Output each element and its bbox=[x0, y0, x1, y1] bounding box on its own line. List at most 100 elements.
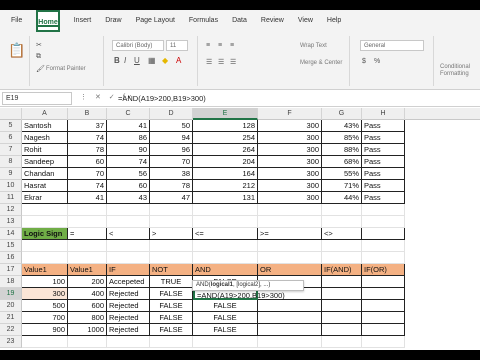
cell-value1[interactable]: 700 bbox=[22, 312, 68, 324]
cell-not[interactable]: FALSE bbox=[150, 324, 193, 336]
row-header-22[interactable]: 22 bbox=[0, 324, 22, 336]
cell-empty[interactable] bbox=[193, 252, 258, 264]
logic-sign-cell[interactable]: = bbox=[68, 228, 107, 240]
cell-empty[interactable] bbox=[22, 216, 68, 228]
table-header-cell[interactable]: Value1 bbox=[68, 264, 107, 276]
cell-empty[interactable] bbox=[193, 204, 258, 216]
cell-empty[interactable] bbox=[322, 216, 362, 228]
column-header-e[interactable]: E bbox=[193, 108, 258, 120]
cell-empty[interactable] bbox=[362, 240, 405, 252]
cell-value[interactable]: 74 bbox=[68, 132, 107, 144]
cell-empty[interactable] bbox=[150, 252, 193, 264]
cell-if[interactable]: Accepeted bbox=[107, 276, 150, 288]
cell-value1[interactable]: 100 bbox=[22, 276, 68, 288]
table-header-cell[interactable]: Value1 bbox=[22, 264, 68, 276]
cell-empty[interactable] bbox=[258, 252, 322, 264]
cell-result[interactable]: Pass bbox=[362, 144, 405, 156]
cell-total[interactable]: 131 bbox=[193, 192, 258, 204]
cell-empty[interactable] bbox=[150, 204, 193, 216]
cell-if-and[interactable] bbox=[322, 288, 362, 300]
cell-if-and[interactable] bbox=[322, 300, 362, 312]
cell-if-or[interactable] bbox=[362, 276, 405, 288]
cell-value[interactable]: 60 bbox=[107, 180, 150, 192]
cell-empty[interactable] bbox=[68, 204, 107, 216]
cell-or[interactable] bbox=[258, 300, 322, 312]
cell-empty[interactable] bbox=[193, 216, 258, 228]
row-header-12[interactable]: 12 bbox=[0, 204, 22, 216]
cell-name[interactable]: Ekrar bbox=[22, 192, 68, 204]
cell-value[interactable]: 41 bbox=[68, 192, 107, 204]
cell-if[interactable]: Rejected bbox=[107, 300, 150, 312]
cell-or[interactable] bbox=[258, 312, 322, 324]
column-header-a[interactable]: A bbox=[22, 108, 68, 120]
cell-if-and[interactable] bbox=[322, 312, 362, 324]
row-header-21[interactable]: 21 bbox=[0, 312, 22, 324]
cell-or[interactable] bbox=[258, 324, 322, 336]
cell-if-or[interactable] bbox=[362, 312, 405, 324]
row-header-20[interactable]: 20 bbox=[0, 300, 22, 312]
font-name-box[interactable]: Calibri (Body) bbox=[112, 40, 164, 51]
cell-value[interactable]: 74 bbox=[68, 180, 107, 192]
tab-draw[interactable]: Draw bbox=[105, 10, 121, 32]
cell-max[interactable]: 300 bbox=[258, 120, 322, 132]
row-header-14[interactable]: 14 bbox=[0, 228, 22, 240]
cell-result[interactable]: Pass bbox=[362, 192, 405, 204]
cell-empty[interactable] bbox=[258, 204, 322, 216]
cell-if[interactable]: Rejected bbox=[107, 288, 150, 300]
format-painter-icon[interactable]: 🖌 bbox=[36, 65, 45, 73]
cell-total[interactable]: 254 bbox=[193, 132, 258, 144]
cell-empty[interactable] bbox=[322, 204, 362, 216]
row-header-6[interactable]: 6 bbox=[0, 132, 22, 144]
logic-sign-cell[interactable]: >= bbox=[258, 228, 322, 240]
column-header-h[interactable]: H bbox=[362, 108, 405, 120]
cell-empty[interactable] bbox=[107, 216, 150, 228]
cell-value[interactable]: 50 bbox=[150, 120, 193, 132]
cell-percent[interactable]: 68% bbox=[322, 156, 362, 168]
cell-value1[interactable]: 500 bbox=[22, 300, 68, 312]
font-color-icon[interactable]: A bbox=[176, 56, 181, 65]
cell-empty[interactable] bbox=[22, 240, 68, 252]
cell-not[interactable]: FALSE bbox=[150, 312, 193, 324]
tab-file[interactable]: File bbox=[11, 10, 22, 32]
cell-value1[interactable]: 900 bbox=[22, 324, 68, 336]
cell-name[interactable]: Sandeep bbox=[22, 156, 68, 168]
cell-empty[interactable] bbox=[150, 240, 193, 252]
cell-value[interactable]: 74 bbox=[107, 156, 150, 168]
cell-not[interactable]: FALSE bbox=[150, 300, 193, 312]
cell-not[interactable]: FALSE bbox=[150, 288, 193, 300]
cell-value[interactable]: 96 bbox=[150, 144, 193, 156]
percent-icon[interactable]: % bbox=[374, 58, 380, 65]
row-header-16[interactable]: 16 bbox=[0, 252, 22, 264]
row-header-18[interactable]: 18 bbox=[0, 276, 22, 288]
formula-input[interactable]: =AND(A19>200,B19>300) bbox=[118, 92, 206, 105]
cell-max[interactable]: 300 bbox=[258, 144, 322, 156]
cell-total[interactable]: 128 bbox=[193, 120, 258, 132]
cell-empty[interactable] bbox=[107, 240, 150, 252]
cell-value[interactable]: 70 bbox=[68, 168, 107, 180]
table-header-cell[interactable]: OR bbox=[258, 264, 322, 276]
merge-center-button[interactable]: Merge & Center bbox=[300, 60, 342, 66]
cell-empty[interactable] bbox=[68, 240, 107, 252]
align-center-icon[interactable]: ☰ bbox=[218, 58, 224, 66]
cell-value[interactable]: 43 bbox=[107, 192, 150, 204]
tab-data[interactable]: Data bbox=[232, 10, 247, 32]
copy-icon[interactable]: ⧉ bbox=[36, 53, 41, 61]
cell-result[interactable]: Pass bbox=[362, 156, 405, 168]
column-header-b[interactable]: B bbox=[68, 108, 107, 120]
cell-if-or[interactable] bbox=[362, 288, 405, 300]
format-painter-label[interactable]: Format Painter bbox=[46, 66, 86, 72]
cell-value[interactable]: 41 bbox=[107, 120, 150, 132]
cell-empty[interactable] bbox=[362, 204, 405, 216]
fill-color-icon[interactable]: ◆ bbox=[162, 56, 168, 65]
cell-if[interactable]: Rejected bbox=[107, 324, 150, 336]
align-right-icon[interactable]: ☰ bbox=[230, 58, 236, 66]
logic-sign-cell[interactable]: > bbox=[150, 228, 193, 240]
cell-if-or[interactable] bbox=[362, 336, 405, 348]
wrap-text-button[interactable]: Wrap Text bbox=[300, 43, 327, 49]
align-top-icon[interactable]: ≡ bbox=[206, 42, 210, 49]
cell-result[interactable]: Pass bbox=[362, 120, 405, 132]
cell-name[interactable]: Santosh bbox=[22, 120, 68, 132]
tab-home[interactable]: Home bbox=[36, 10, 60, 32]
tab-formulas[interactable]: Formulas bbox=[189, 10, 218, 32]
cell-value2[interactable]: 400 bbox=[68, 288, 107, 300]
